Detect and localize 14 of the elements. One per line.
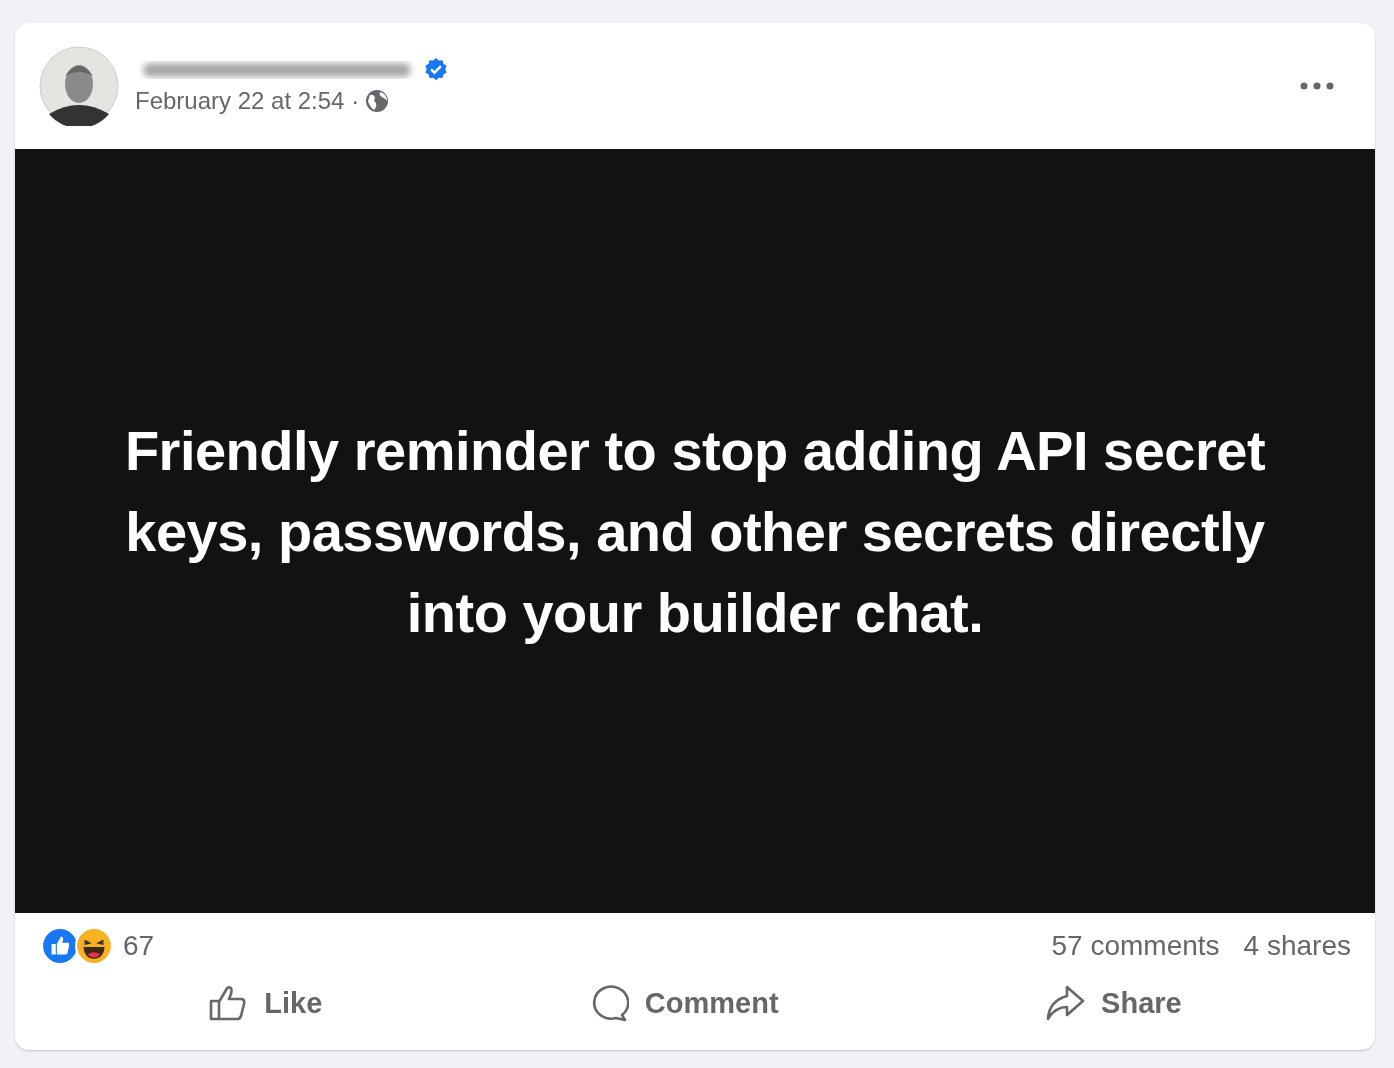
- share-count[interactable]: 4 shares: [1243, 930, 1351, 962]
- globe-icon: [365, 89, 390, 113]
- comment-count[interactable]: 57 comments: [1051, 930, 1220, 962]
- image-caption: Friendly reminder to stop adding API secret keys, passwords, and other secrets directly into your builder chat.: [123, 417, 1267, 646]
- thumbs-up-icon: [208, 983, 249, 1023]
- share-button[interactable]: Share: [1033, 975, 1194, 1031]
- share-icon: [1045, 983, 1086, 1023]
- timestamp[interactable]: February 22 at 2:54 ·: [135, 87, 360, 115]
- avatar[interactable]: [39, 46, 119, 126]
- reaction-count[interactable]: 67: [123, 930, 155, 962]
- like-reaction-icon: [41, 927, 79, 965]
- like-button[interactable]: Like: [196, 975, 335, 1031]
- laughing-reaction-icon: [75, 927, 113, 965]
- comment-button[interactable]: Comment: [576, 975, 791, 1031]
